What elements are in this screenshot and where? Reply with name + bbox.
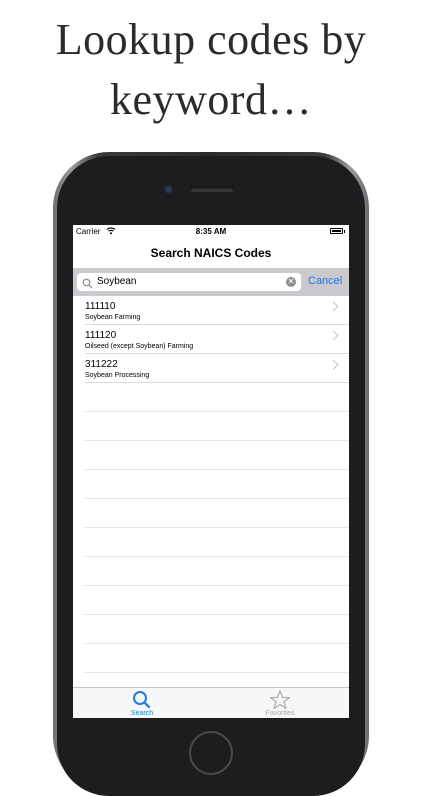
empty-separator <box>85 528 349 557</box>
result-code: 111110 <box>85 301 116 312</box>
nav-title: Search NAICS Codes <box>150 246 272 260</box>
empty-separator <box>85 586 349 615</box>
result-row[interactable]: 111120 Oilseed (except Soybean) Farming <box>85 325 349 354</box>
tab-favorites-label: Favorites <box>265 710 295 717</box>
chevron-right-icon <box>328 301 339 312</box>
tab-search[interactable]: Search <box>73 688 211 718</box>
empty-separator <box>85 557 349 586</box>
tab-favorites[interactable]: Favorites <box>211 688 349 718</box>
empty-separator <box>85 499 349 528</box>
headline-line-1: Lookup codes by <box>55 15 367 64</box>
promo-headline: Lookup codes by keyword… <box>0 10 422 130</box>
battery-tip <box>344 230 345 233</box>
result-row[interactable]: 111110 Soybean Farming <box>85 296 349 325</box>
status-bar: Carrier 8:35 AM <box>73 225 349 239</box>
results-list: 111110 Soybean Farming 111120 Oilseed (e… <box>73 296 349 673</box>
app-screen: Carrier 8:35 AM Search NAICS Codes Soybe… <box>73 225 349 718</box>
tab-bar: Search Favorites <box>73 687 349 718</box>
result-description: Soybean Processing <box>85 372 150 379</box>
empty-separator <box>85 412 349 441</box>
result-description: Soybean Farming <box>85 314 141 321</box>
magnifier-icon <box>82 276 93 294</box>
result-code: 311222 <box>85 359 118 370</box>
home-button <box>189 731 233 775</box>
front-camera <box>164 185 173 194</box>
result-row[interactable]: 311222 Soybean Processing <box>85 354 349 383</box>
search-query-text: Soybean <box>97 276 137 287</box>
tab-search-label: Search <box>130 710 154 717</box>
empty-separator <box>85 644 349 673</box>
earpiece-speaker <box>190 187 234 192</box>
cancel-button[interactable]: Cancel <box>308 275 342 287</box>
navigation-bar: Search NAICS Codes <box>73 239 349 268</box>
search-bar: Soybean ✕ Cancel <box>73 268 349 296</box>
search-input[interactable]: Soybean ✕ <box>77 273 301 291</box>
headline-line-2: keyword… <box>110 75 312 124</box>
result-code: 111120 <box>85 330 117 341</box>
clear-x-icon[interactable]: ✕ <box>286 277 296 287</box>
battery-icon <box>330 228 343 234</box>
chevron-right-icon <box>328 359 339 370</box>
empty-separator <box>85 470 349 499</box>
status-time: 8:35 AM <box>195 227 227 236</box>
chevron-right-icon <box>328 330 339 341</box>
empty-separator <box>85 615 349 644</box>
result-description: Oilseed (except Soybean) Farming <box>85 343 194 350</box>
empty-separator <box>85 441 349 470</box>
empty-separator <box>85 383 349 412</box>
